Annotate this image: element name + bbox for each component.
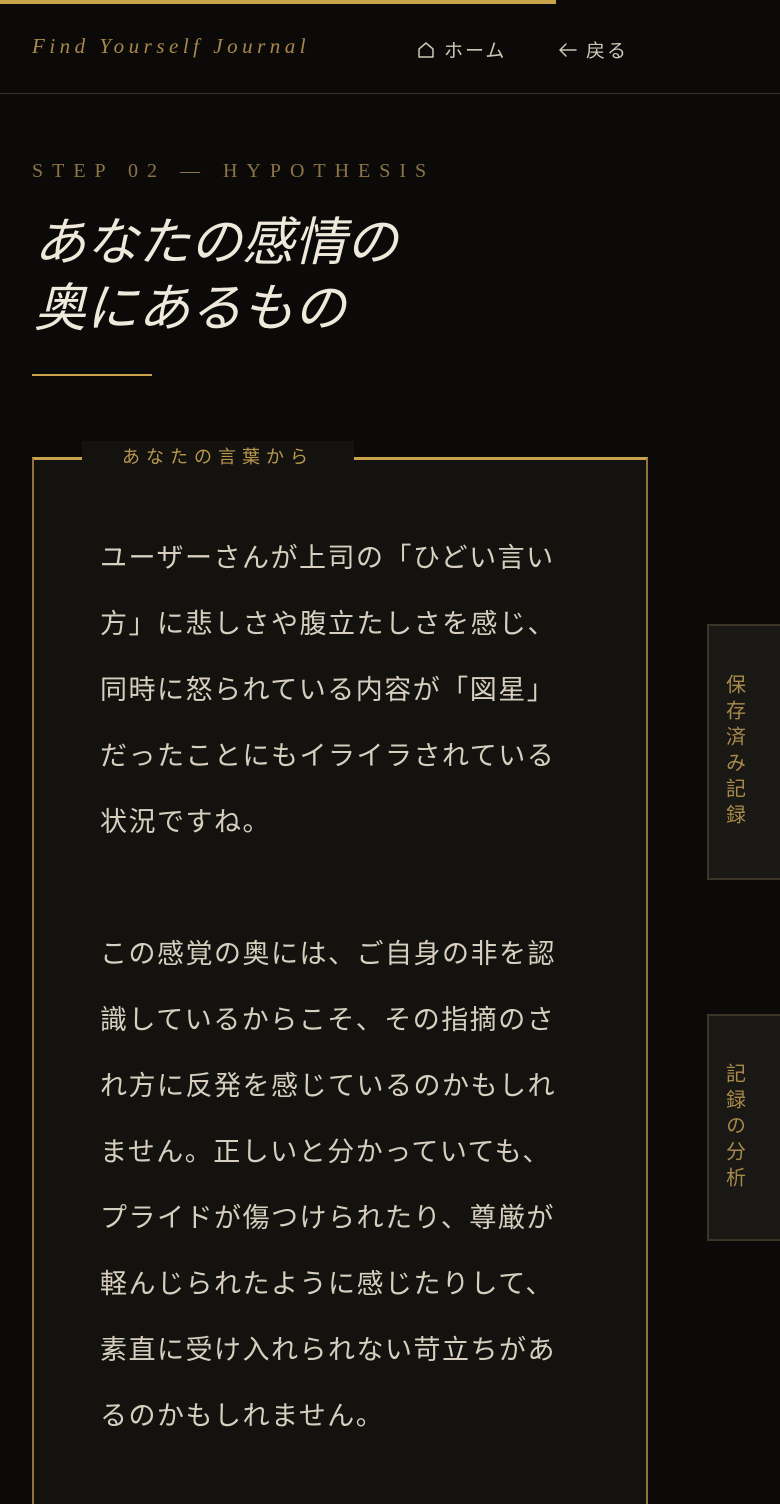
- arrow-left-icon: [558, 40, 578, 60]
- title-divider: [32, 374, 152, 376]
- saved-records-tab-label: 保存済み記録: [722, 674, 747, 830]
- home-link[interactable]: ホーム: [416, 36, 506, 63]
- home-icon: [416, 40, 436, 60]
- home-link-label: ホーム: [444, 40, 507, 62]
- step-label: STEP 02 — HYPOTHESIS: [32, 160, 436, 182]
- back-link-label: 戻る: [586, 40, 629, 62]
- quote-paragraph-1: ユーザーさんが上司の「ひどい言い方」に悲しさや腹立たしさを感じ、同時に怒られてい…: [100, 543, 556, 838]
- quote-paragraph-2: この感覚の奥には、ご自身の非を認識しているからこそ、その指摘のされ方に反発を感じ…: [100, 939, 556, 1432]
- quote-text: ユーザーさんが上司の「ひどい言い方」に悲しさや腹立たしさを感じ、同時に怒られてい…: [100, 526, 576, 1450]
- record-analysis-tab-label: 記録の分析: [722, 1062, 747, 1193]
- page-title: あなたの感情の 奥にあるもの: [34, 210, 554, 342]
- saved-records-tab[interactable]: 保存済み記録: [707, 624, 780, 880]
- page-title-line-2: 奥にあるもの: [34, 279, 347, 339]
- record-analysis-tab[interactable]: 記録の分析: [707, 1014, 780, 1241]
- page-title-line-1: あなたの感情の: [34, 213, 399, 273]
- back-link[interactable]: 戻る: [558, 36, 628, 63]
- header: Find Yourself Journal ホーム 戻る: [0, 4, 780, 94]
- brand-logo[interactable]: Find Yourself Journal: [32, 34, 310, 59]
- quote-tag: あなたの言葉から: [82, 441, 354, 471]
